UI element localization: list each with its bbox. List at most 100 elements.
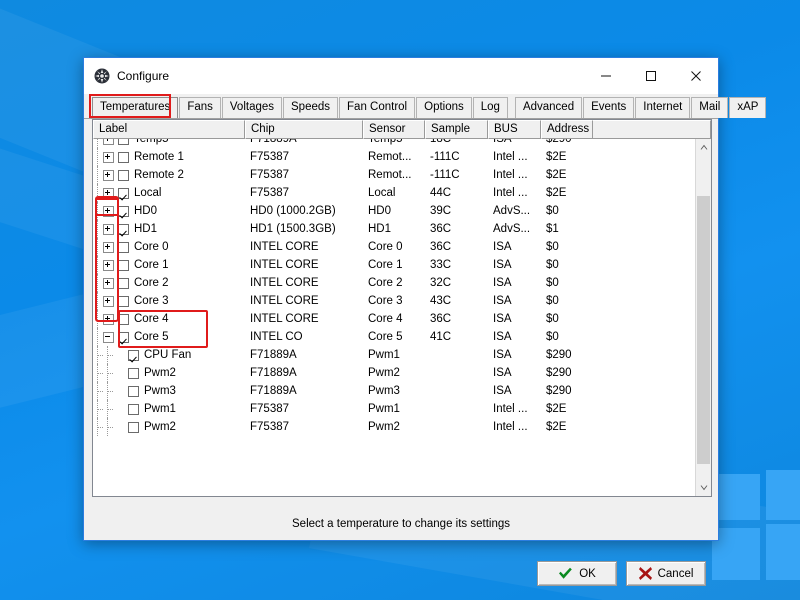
tab-xap[interactable]: xAP <box>729 97 767 118</box>
status-text: Select a temperature to change its setti… <box>292 518 510 530</box>
ok-button[interactable]: OK <box>537 561 617 586</box>
collapse-expander-icon[interactable] <box>103 331 114 343</box>
configure-dialog-window: Configure Temperatures Fans Voltages Spe… <box>83 57 767 586</box>
row-checkbox[interactable] <box>128 385 139 397</box>
expand-expander-icon[interactable] <box>103 187 114 199</box>
scroll-up-icon[interactable] <box>696 139 711 155</box>
table-row[interactable]: Temp5 F71889A Temp5 18C ISA $290 <box>93 139 695 148</box>
windows-logo-tile <box>766 470 800 520</box>
row-checkbox[interactable] <box>118 295 129 307</box>
cell-label: Core 3 <box>93 292 245 310</box>
row-checkbox[interactable] <box>118 205 129 217</box>
row-checkbox[interactable] <box>118 151 129 163</box>
vertical-scrollbar[interactable] <box>695 139 711 496</box>
cell-address: $2E <box>546 421 567 433</box>
table-row[interactable]: Pwm2 F71889A Pwm2 ISA $290 <box>93 364 695 382</box>
cell-chip: HD1 (1500.3GB) <box>250 223 336 235</box>
tab-voltages[interactable]: Voltages <box>221 97 283 118</box>
column-header-label[interactable]: Label <box>93 120 245 139</box>
cell-sample: 33C <box>430 259 452 271</box>
cell-bus: Intel ... <box>493 187 528 199</box>
row-checkbox[interactable] <box>118 187 129 199</box>
column-header-sensor[interactable]: Sensor <box>363 120 425 139</box>
cell-chip: INTEL CORE <box>250 241 319 253</box>
table-row[interactable]: Remote 1 F75387 Remot... -111C Intel ... $2E <box>93 148 695 166</box>
row-checkbox[interactable] <box>118 277 129 289</box>
table-row[interactable]: Core 3 INTEL CORE Core 3 43C ISA $0 <box>93 292 695 310</box>
cell-address: $2E <box>546 187 567 199</box>
close-button[interactable] <box>673 58 718 94</box>
tab-internet[interactable]: Internet <box>635 97 691 118</box>
column-header-bus[interactable]: BUS <box>488 120 541 139</box>
column-header-address[interactable]: Address <box>541 120 593 139</box>
tab-mail[interactable]: Mail <box>691 97 729 118</box>
cell-label-text: Remote 1 <box>134 151 184 163</box>
table-row[interactable]: CPU Fan F71889A Pwm1 ISA $290 <box>93 346 695 364</box>
cell-address: $2E <box>546 151 567 163</box>
table-row[interactable]: Pwm1 F75387 Pwm1 Intel ... $2E <box>93 400 695 418</box>
scrollbar-thumb[interactable] <box>697 196 710 464</box>
table-row[interactable]: Core 4 INTEL CORE Core 4 36C ISA $0 <box>93 310 695 328</box>
table-row[interactable]: Pwm2 F75387 Pwm2 Intel ... $2E <box>93 418 695 436</box>
cell-sample: 44C <box>430 187 452 199</box>
title-bar: Configure <box>84 58 718 94</box>
cell-bus: ISA <box>493 295 512 307</box>
expand-expander-icon[interactable] <box>103 277 114 289</box>
expand-expander-icon[interactable] <box>103 169 114 181</box>
row-checkbox[interactable] <box>128 421 139 433</box>
expand-expander-icon[interactable] <box>103 139 114 145</box>
table-row[interactable]: HD0 HD0 (1000.2GB) HD0 39C AdvS... $0 <box>93 202 695 220</box>
cancel-button[interactable]: Cancel <box>626 561 706 586</box>
cell-chip: INTEL CORE <box>250 277 319 289</box>
cell-label-text: Core 4 <box>134 313 169 325</box>
maximize-button[interactable] <box>628 58 673 94</box>
expand-expander-icon[interactable] <box>103 241 114 253</box>
row-checkbox[interactable] <box>118 223 129 235</box>
ok-button-label: OK <box>579 567 596 580</box>
row-checkbox[interactable] <box>118 139 129 145</box>
tab-fans[interactable]: Fans <box>179 97 221 118</box>
table-row[interactable]: Pwm3 F71889A Pwm3 ISA $290 <box>93 382 695 400</box>
expand-expander-icon[interactable] <box>103 259 114 271</box>
cell-bus: ISA <box>493 241 512 253</box>
sensor-listview[interactable]: Label Chip Sensor Sample BUS Address Tem… <box>92 119 712 497</box>
table-row[interactable]: HD1 HD1 (1500.3GB) HD1 36C AdvS... $1 <box>93 220 695 238</box>
expand-expander-icon[interactable] <box>103 295 114 307</box>
table-row[interactable]: Core 0 INTEL CORE Core 0 36C ISA $0 <box>93 238 695 256</box>
row-checkbox[interactable] <box>128 367 139 379</box>
cell-label: Core 5 <box>93 328 245 346</box>
tree-guide <box>93 184 103 202</box>
cell-bus: ISA <box>493 277 512 289</box>
tab-fan-control[interactable]: Fan Control <box>339 97 416 118</box>
table-row[interactable]: Core 2 INTEL CORE Core 2 32C ISA $0 <box>93 274 695 292</box>
expand-expander-icon[interactable] <box>103 313 114 325</box>
table-row[interactable]: Core 5 INTEL CO Core 5 41C ISA $0 <box>93 328 695 346</box>
tab-advanced[interactable]: Advanced <box>514 97 583 118</box>
tab-log[interactable]: Log <box>472 97 508 118</box>
tab-temperatures[interactable]: Temperatures <box>92 97 179 118</box>
row-checkbox[interactable] <box>128 349 139 361</box>
column-header-sample[interactable]: Sample <box>425 120 488 139</box>
cell-label-text: Core 1 <box>134 259 169 271</box>
cell-label-text: Core 3 <box>134 295 169 307</box>
row-checkbox[interactable] <box>118 313 129 325</box>
column-header-chip[interactable]: Chip <box>245 120 363 139</box>
row-checkbox[interactable] <box>128 403 139 415</box>
expand-expander-icon[interactable] <box>103 205 114 217</box>
expand-expander-icon[interactable] <box>103 151 114 163</box>
tab-events[interactable]: Events <box>583 97 635 118</box>
scroll-down-icon[interactable] <box>696 480 711 496</box>
minimize-button[interactable] <box>583 58 628 94</box>
table-row[interactable]: Local F75387 Local 44C Intel ... $2E <box>93 184 695 202</box>
tab-speeds[interactable]: Speeds <box>283 97 339 118</box>
row-checkbox[interactable] <box>118 241 129 253</box>
table-row[interactable]: Core 1 INTEL CORE Core 1 33C ISA $0 <box>93 256 695 274</box>
cell-address: $1 <box>546 223 559 235</box>
tab-options[interactable]: Options <box>416 97 472 118</box>
table-row[interactable]: Remote 2 F75387 Remot... -111C Intel ... $2E <box>93 166 695 184</box>
row-checkbox[interactable] <box>118 331 129 343</box>
row-checkbox[interactable] <box>118 259 129 271</box>
expand-expander-icon[interactable] <box>103 223 114 235</box>
row-checkbox[interactable] <box>118 169 129 181</box>
